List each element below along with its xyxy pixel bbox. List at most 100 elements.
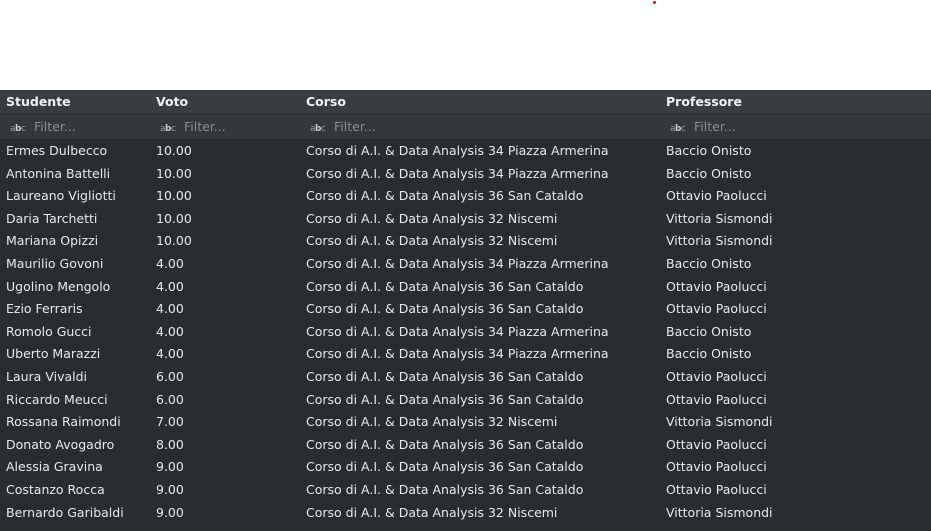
cell-studente: Donato Avogadro	[6, 436, 115, 452]
table-row[interactable]: Ugolino Mengolo 4.00 Corso di A.I. & Data …	[0, 276, 931, 299]
filter-corso[interactable]: abc Filter...	[306, 114, 660, 139]
cell-corso: Corso di A.I. & Data Analysis 36 San Cat…	[306, 459, 584, 475]
cell-professore: Vittoria Sismondi	[666, 210, 773, 226]
table-row[interactable]: Uberto Marazzi 4.00 Corso di A.I. & Data A…	[0, 343, 931, 366]
cell-professore: Vittoria Sismondi	[666, 504, 773, 520]
cell-studente: Ezio Ferraris	[6, 301, 83, 317]
cell-voto: 10.00	[156, 188, 192, 204]
data-grid: Studente Voto Corso Professore abc Filte…	[0, 90, 931, 531]
filter-placeholder: Filter...	[184, 119, 226, 134]
text-filter-icon: abc	[160, 121, 178, 133]
cell-studente: Costanzo Rocca	[6, 481, 105, 497]
cell-professore: Baccio Onisto	[666, 165, 752, 181]
filter-voto[interactable]: abc Filter...	[156, 114, 300, 139]
cell-professore: Ottavio Paolucci	[666, 368, 767, 384]
cell-professore: Ottavio Paolucci	[666, 481, 767, 497]
cell-professore: Baccio Onisto	[666, 346, 752, 362]
svg-text:c: c	[171, 124, 176, 133]
column-header-professore[interactable]: Professore	[666, 90, 926, 113]
cell-voto: 7.00	[156, 414, 184, 430]
table-row[interactable]: Laureano Vigliotti 10.00 Corso di A.I. & D…	[0, 185, 931, 208]
text-filter-icon: abc	[10, 121, 28, 133]
column-header-voto[interactable]: Voto	[156, 90, 300, 113]
cell-studente: Bernardo Garibaldi	[6, 504, 124, 520]
cell-studente: Laureano Vigliotti	[6, 188, 116, 204]
cell-voto: 6.00	[156, 391, 184, 407]
table-row[interactable]: Maurilio Govoni 4.00 Corso di A.I. & Data …	[0, 253, 931, 276]
table-row[interactable]: Romolo Gucci 4.00 Corso di A.I. & Data Ana…	[0, 321, 931, 344]
page: Studente Voto Corso Professore abc Filte…	[0, 0, 931, 531]
cell-professore: Ottavio Paolucci	[666, 188, 767, 204]
cell-corso: Corso di A.I. & Data Analysis 34 Piazza …	[306, 165, 609, 181]
cell-studente: Maurilio Govoni	[6, 255, 104, 271]
cell-studente: Antonina Battelli	[6, 165, 111, 181]
table-row[interactable]: Mariana Opizzi 10.00 Corso di A.I. & Data …	[0, 230, 931, 253]
cell-corso: Corso di A.I. & Data Analysis 34 Piazza …	[306, 255, 609, 271]
cell-corso: Corso di A.I. & Data Analysis 32 Niscemi	[306, 414, 558, 430]
cell-studente: Mariana Opizzi	[6, 233, 99, 249]
cell-voto: 10.00	[156, 210, 192, 226]
table-row[interactable]: Antonina Battelli 10.00 Corso di A.I. & Da…	[0, 163, 931, 186]
cell-voto: 10.00	[156, 233, 192, 249]
cell-corso: Corso di A.I. & Data Analysis 36 San Cat…	[306, 368, 584, 384]
cell-professore: Ottavio Paolucci	[666, 391, 767, 407]
cell-studente: Ugolino Mengolo	[6, 278, 111, 294]
cell-corso: Corso di A.I. & Data Analysis 36 San Cat…	[306, 301, 584, 317]
table-row[interactable]: Ermes Dulbecco 10.00 Corso di A.I. & Data …	[0, 140, 931, 163]
text-filter-icon: abc	[670, 121, 688, 133]
cell-studente: Uberto Marazzi	[6, 346, 101, 362]
filter-studente[interactable]: abc Filter...	[6, 114, 150, 139]
cell-corso: Corso di A.I. & Data Analysis 36 San Cat…	[306, 188, 584, 204]
cell-corso: Corso di A.I. & Data Analysis 32 Niscemi	[306, 210, 558, 226]
cell-voto: 9.00	[156, 504, 184, 520]
cell-studente: Alessia Gravina	[6, 459, 103, 475]
cell-studente: Daria Tarchetti	[6, 210, 98, 226]
cell-corso: Corso di A.I. & Data Analysis 36 San Cat…	[306, 481, 584, 497]
column-header-row: Studente Voto Corso Professore	[0, 90, 931, 114]
table-row[interactable]: Alessia Gravina 9.00 Corso di A.I. & Data …	[0, 456, 931, 479]
table-row[interactable]: Daria Tarchetti 10.00 Corso di A.I. & Data…	[0, 208, 931, 231]
cell-voto: 6.00	[156, 368, 184, 384]
cell-professore: Baccio Onisto	[666, 143, 752, 158]
cell-voto: 10.00	[156, 165, 192, 181]
cell-professore: Baccio Onisto	[666, 323, 752, 339]
table-row[interactable]: Donato Avogadro 8.00 Corso di A.I. & Data …	[0, 434, 931, 457]
filter-row: abc Filter... abc Filter... abc Filter..…	[0, 114, 931, 140]
cell-voto: 4.00	[156, 323, 184, 339]
cell-corso: Corso di A.I. & Data Analysis 34 Piazza …	[306, 323, 609, 339]
column-header-corso[interactable]: Corso	[306, 90, 660, 113]
cell-corso: Corso di A.I. & Data Analysis 32 Niscemi	[306, 233, 558, 249]
table-row[interactable]: Bernardo Garibaldi 9.00 Corso di A.I. & Da…	[0, 502, 931, 525]
cell-voto: 4.00	[156, 346, 184, 362]
cell-corso: Corso di A.I. & Data Analysis 36 San Cat…	[306, 278, 584, 294]
cell-professore: Ottavio Paolucci	[666, 278, 767, 294]
svg-text:c: c	[21, 124, 26, 133]
cell-corso: Corso di A.I. & Data Analysis 34 Piazza …	[306, 143, 609, 158]
filter-professore[interactable]: abc Filter...	[666, 114, 926, 139]
table-row[interactable]: Ezio Ferraris 4.00 Corso di A.I. & Data An…	[0, 298, 931, 321]
cell-voto: 10.00	[156, 143, 192, 158]
table-row[interactable]: Costanzo Rocca 9.00 Corso di A.I. & Data A…	[0, 479, 931, 502]
cell-voto: 4.00	[156, 255, 184, 271]
cell-professore: Baccio Onisto	[666, 255, 752, 271]
cell-corso: Corso di A.I. & Data Analysis 36 San Cat…	[306, 391, 584, 407]
table-row[interactable]: Laura Vivaldi 6.00 Corso di A.I. & Data An…	[0, 366, 931, 389]
column-header-studente[interactable]: Studente	[6, 90, 150, 113]
table-row[interactable]: Riccardo Meucci 6.00 Corso di A.I. & Data …	[0, 389, 931, 412]
cell-professore: Ottavio Paolucci	[666, 301, 767, 317]
cell-studente: Ermes Dulbecco	[6, 143, 108, 158]
cell-corso: Corso di A.I. & Data Analysis 34 Piazza …	[306, 346, 609, 362]
table-body: Ermes Dulbecco 10.00 Corso di A.I. & Data …	[0, 140, 931, 524]
cell-professore: Ottavio Paolucci	[666, 459, 767, 475]
cell-voto: 4.00	[156, 301, 184, 317]
cell-voto: 9.00	[156, 459, 184, 475]
cell-studente: Rossana Raimondi	[6, 414, 121, 430]
filter-placeholder: Filter...	[34, 119, 76, 134]
cell-voto: 9.00	[156, 481, 184, 497]
cell-studente: Romolo Gucci	[6, 323, 92, 339]
cell-professore: Ottavio Paolucci	[666, 436, 767, 452]
red-dot-marker	[653, 1, 656, 4]
cell-professore: Vittoria Sismondi	[666, 233, 773, 249]
filter-placeholder: Filter...	[334, 119, 376, 134]
table-row[interactable]: Rossana Raimondi 7.00 Corso di A.I. & Data…	[0, 411, 931, 434]
